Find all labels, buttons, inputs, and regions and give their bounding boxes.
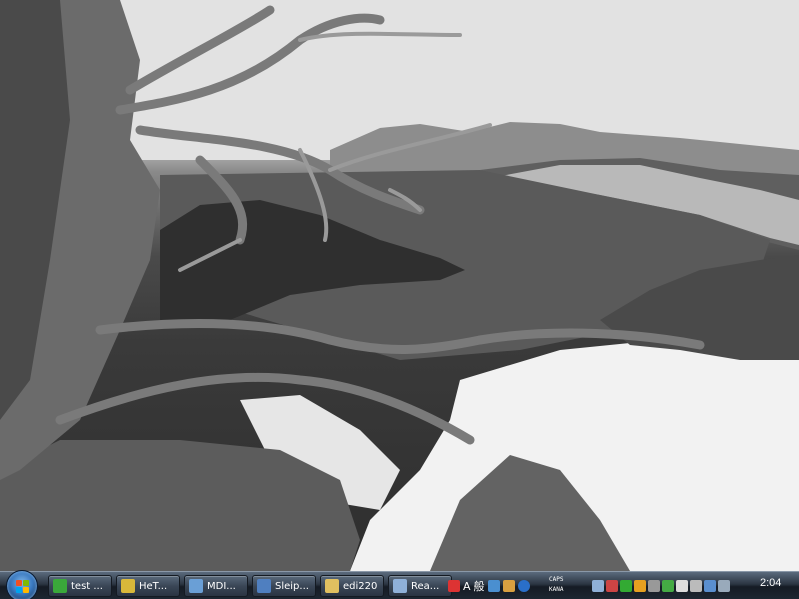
tray-cube-icon[interactable] [634, 580, 646, 592]
taskbar-button-label: HeT... [139, 580, 168, 592]
tray-shield-icon[interactable] [662, 580, 674, 592]
taskbar-buttons: test ... HeT... MDI... Sleip... edi220 R… [48, 575, 452, 597]
tray-tool-icon[interactable] [690, 580, 702, 592]
start-button[interactable] [6, 570, 38, 599]
window-icon [189, 579, 203, 593]
taskbar-button-label: Rea... [411, 580, 440, 592]
taskbar-button-label: Sleip... [275, 580, 309, 592]
taskbar-button-mdi[interactable]: MDI... [184, 575, 248, 597]
system-tray [592, 575, 730, 597]
tray-volume-icon[interactable] [718, 580, 730, 592]
folder-icon [325, 579, 339, 593]
taskbar-button-sleip[interactable]: Sleip... [252, 575, 316, 597]
app-icon [257, 579, 271, 593]
tray-grid-icon[interactable] [606, 580, 618, 592]
desktop-wallpaper [0, 0, 799, 571]
taskbar-button-het[interactable]: HeT... [116, 575, 180, 597]
tray-window-icon[interactable] [592, 580, 604, 592]
taskbar-button-edi220[interactable]: edi220 [320, 575, 384, 597]
taskbar-button-label: edi220 [343, 580, 378, 592]
caps-kana-indicator: CAPS KANA [549, 575, 581, 597]
puzzle-icon [121, 579, 135, 593]
taskbar-button-test[interactable]: test ... [48, 575, 112, 597]
kana-label: KANA [549, 586, 564, 593]
help-icon[interactable] [517, 580, 530, 592]
input-mode-kana[interactable]: 般 [474, 578, 485, 594]
ime-tools-icon[interactable] [502, 580, 515, 592]
tray-flag-icon[interactable] [620, 580, 632, 592]
tray-doc-icon[interactable] [676, 580, 688, 592]
taskbar-button-label: MDI... [207, 580, 236, 592]
input-mode-a[interactable]: A [463, 580, 471, 593]
wallpaper-image [0, 0, 799, 571]
windows-logo-icon [16, 580, 30, 594]
ime-red-icon[interactable] [448, 580, 460, 592]
reader-icon [393, 579, 407, 593]
green-arrow-icon [53, 579, 67, 593]
taskbar-button-label: test ... [71, 580, 103, 592]
caps-label: CAPS [549, 576, 564, 583]
taskbar: test ... HeT... MDI... Sleip... edi220 R… [0, 570, 799, 599]
language-bar[interactable]: A 般 [448, 576, 530, 596]
taskbar-clock[interactable]: 2:04 [760, 577, 781, 589]
tray-network-icon[interactable] [704, 580, 716, 592]
tray-app-icon[interactable] [648, 580, 660, 592]
ime-pad-icon[interactable] [487, 580, 500, 592]
taskbar-button-rea[interactable]: Rea... [388, 575, 452, 597]
